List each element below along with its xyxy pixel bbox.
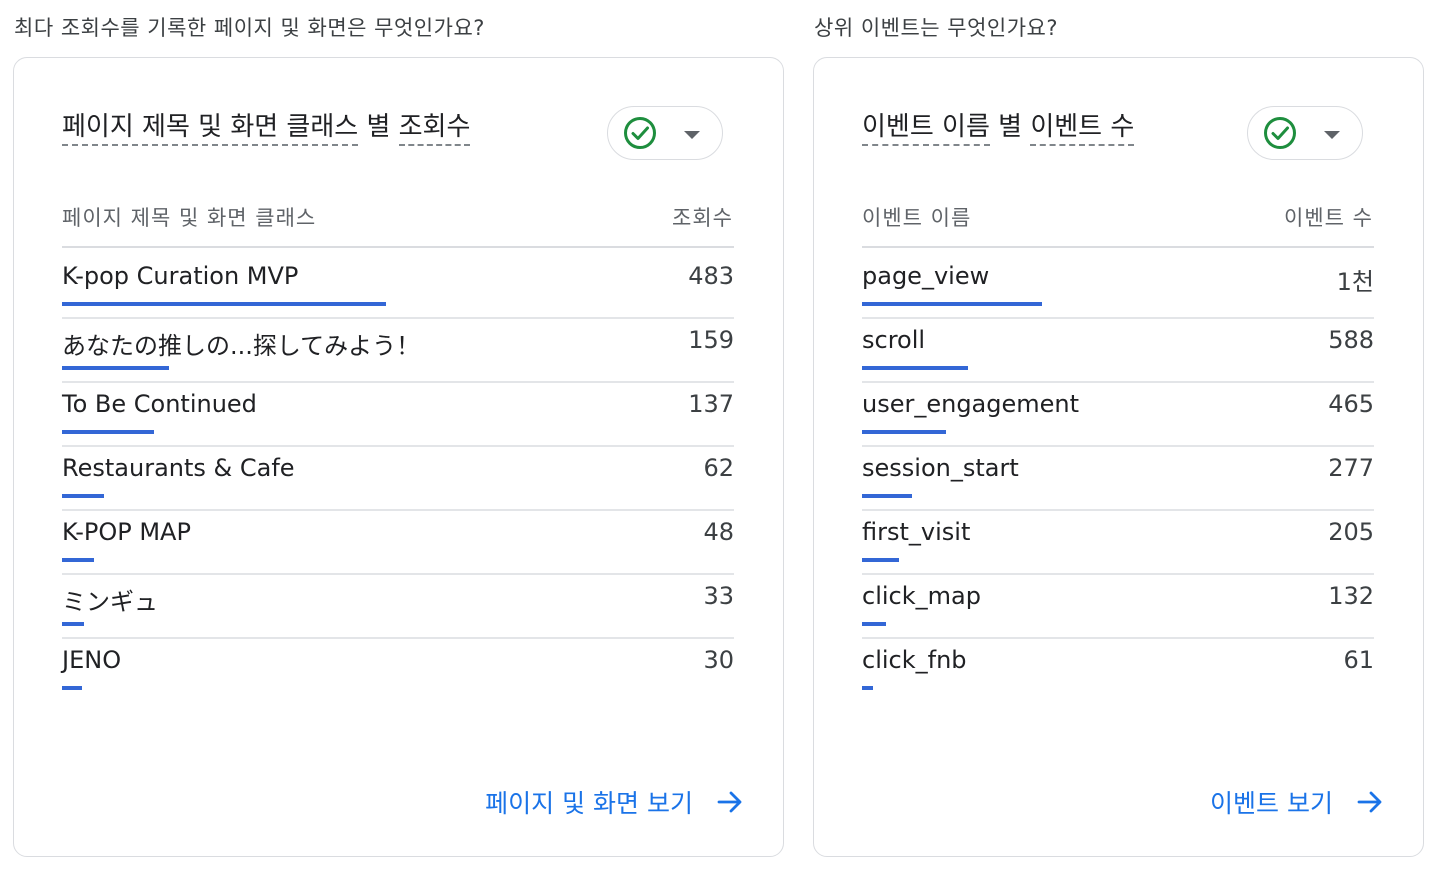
- row-value: 132: [1328, 582, 1374, 610]
- row-bar: [862, 494, 912, 498]
- row-bar: [862, 302, 1042, 306]
- table-row[interactable]: ミンギュ 33: [62, 574, 734, 639]
- table-row[interactable]: scroll 588: [862, 318, 1374, 383]
- table-row[interactable]: click_map 132: [862, 574, 1374, 639]
- table-row[interactable]: first_visit 205: [862, 510, 1374, 575]
- row-value: 205: [1328, 518, 1374, 546]
- header-divider: [862, 246, 1374, 248]
- row-label: click_map: [862, 582, 981, 610]
- caret-down-icon: [1324, 131, 1340, 139]
- row-bar: [862, 558, 899, 562]
- right-section-question: 상위 이벤트는 무엇인가요?: [814, 16, 1059, 40]
- table-row[interactable]: click_fnb 61: [862, 638, 1374, 702]
- row-label: user_engagement: [862, 390, 1080, 418]
- row-bar: [62, 686, 82, 690]
- table-row[interactable]: K-POP MAP 48: [62, 510, 734, 575]
- row-value: 48: [703, 518, 734, 546]
- row-label: session_start: [862, 454, 1019, 482]
- view-pages-link-label: 페이지 및 화면 보기: [485, 789, 693, 818]
- table-row[interactable]: user_engagement 465: [862, 382, 1374, 447]
- caret-down-icon: [684, 131, 700, 139]
- row-value: 61: [1343, 646, 1374, 674]
- row-value: 465: [1328, 390, 1374, 418]
- view-pages-link[interactable]: 페이지 및 화면 보기: [485, 784, 745, 820]
- arrow-right-icon: [717, 791, 742, 813]
- dimension-selector[interactable]: 페이지 제목 및 화면 클래스: [62, 112, 359, 146]
- table-row[interactable]: session_start 277: [862, 446, 1374, 511]
- row-label: あなたの推しの...探してみよう！: [62, 332, 421, 360]
- column-header-page-title: 페이지 제목 및 화면 클래스: [62, 206, 317, 230]
- table-row[interactable]: K-pop Curation MVP 483: [62, 254, 734, 319]
- row-bar: [62, 430, 154, 434]
- column-header-event-count: 이벤트 수: [1284, 206, 1373, 230]
- table-row[interactable]: page_view 1천: [862, 254, 1374, 319]
- check-circle-icon: [1264, 117, 1296, 149]
- row-bar: [62, 366, 169, 370]
- top-events-card: 이벤트 이름 별 이벤트 수 이벤트 이름 이벤트 수 page_view 1천 s…: [813, 57, 1424, 857]
- table-row[interactable]: To Be Continued 137: [62, 382, 734, 447]
- metric-selector[interactable]: 조회수: [398, 112, 471, 146]
- row-label: JENO: [62, 646, 122, 674]
- metric-selector[interactable]: 이벤트 수: [1030, 112, 1135, 146]
- table-row[interactable]: Restaurants & Cafe 62: [62, 446, 734, 511]
- title-connector: 별: [358, 112, 399, 142]
- row-value: 483: [688, 262, 734, 290]
- insight-status-dropdown[interactable]: [1247, 106, 1363, 160]
- header-divider: [62, 246, 734, 248]
- row-label: ミンギュ: [62, 588, 158, 616]
- row-label: K-pop Curation MVP: [62, 262, 299, 290]
- view-events-link-label: 이벤트 보기: [1210, 789, 1333, 818]
- view-events-link[interactable]: 이벤트 보기: [1210, 784, 1385, 820]
- table-row[interactable]: JENO 30: [62, 638, 734, 702]
- row-label: click_fnb: [862, 646, 967, 674]
- dimension-selector[interactable]: 이벤트 이름: [862, 112, 990, 146]
- top-events-card-title: 이벤트 이름 별 이벤트 수: [862, 106, 1135, 146]
- row-value: 30: [703, 646, 734, 674]
- row-bar: [62, 302, 386, 306]
- row-value: 62: [703, 454, 734, 482]
- row-bar: [62, 622, 84, 626]
- row-label: K-POP MAP: [62, 518, 191, 546]
- row-value: 277: [1328, 454, 1374, 482]
- row-value: 137: [688, 390, 734, 418]
- row-label: scroll: [862, 326, 926, 354]
- row-bar: [62, 494, 104, 498]
- row-bar: [862, 622, 886, 626]
- row-bar: [862, 686, 873, 690]
- row-value: 159: [688, 326, 734, 354]
- row-label: To Be Continued: [62, 390, 257, 418]
- top-pages-card: 페이지 제목 및 화면 클래스 별 조회수 페이지 제목 및 화면 클래스 조회…: [13, 57, 784, 857]
- arrow-right-icon: [1357, 791, 1382, 813]
- row-bar: [862, 366, 968, 370]
- column-header-event-name: 이벤트 이름: [862, 206, 972, 230]
- left-section-question: 최다 조회수를 기록한 페이지 및 화면은 무엇인가요?: [14, 16, 485, 40]
- title-connector: 별: [989, 112, 1031, 142]
- insight-status-dropdown[interactable]: [607, 106, 723, 160]
- column-header-views: 조회수: [672, 206, 733, 230]
- row-label: first_visit: [862, 518, 971, 546]
- check-circle-icon: [624, 117, 656, 149]
- row-label: Restaurants & Cafe: [62, 454, 295, 482]
- table-row[interactable]: あなたの推しの...探してみよう！ 159: [62, 318, 734, 383]
- row-bar: [862, 430, 946, 434]
- row-label: page_view: [862, 262, 990, 290]
- row-value: 588: [1328, 326, 1374, 354]
- row-bar: [62, 558, 94, 562]
- row-value: 33: [703, 582, 734, 610]
- top-pages-card-title: 페이지 제목 및 화면 클래스 별 조회수: [62, 106, 471, 146]
- row-value: 1천: [1336, 268, 1374, 296]
